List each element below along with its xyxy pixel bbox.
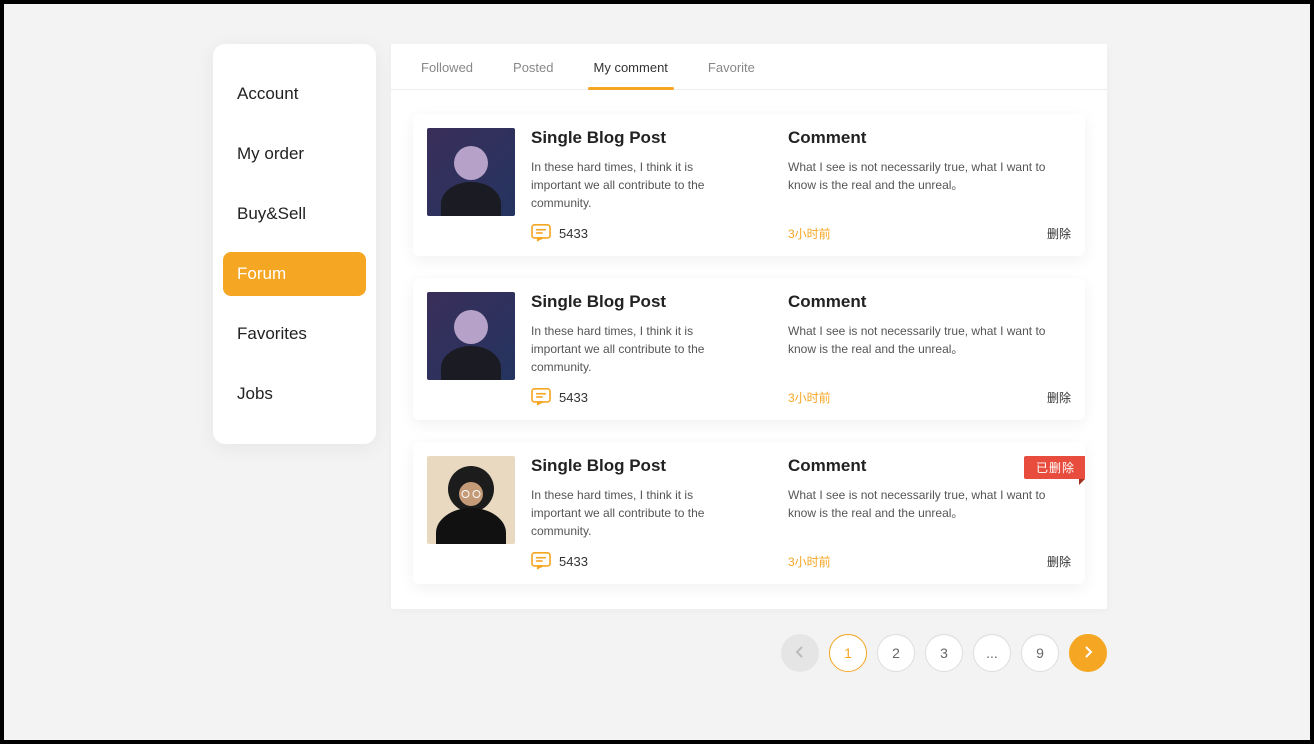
delete-button[interactable]: 删除 — [1047, 389, 1071, 406]
comment-count: 5433 — [559, 390, 588, 405]
time-ago: 3小时前 — [788, 389, 831, 406]
comment-body: What I see is not necessarily true, what… — [788, 486, 1071, 522]
chevron-left-icon — [795, 645, 805, 661]
comment-body: What I see is not necessarily true, what… — [788, 158, 1071, 194]
page-number-button[interactable]: 9 — [1021, 634, 1059, 672]
comment-heading: Comment — [788, 128, 1071, 148]
main-panel: Followed Posted My comment Favorite Sing… — [391, 44, 1107, 609]
comment-heading: Comment — [788, 292, 1071, 312]
sidebar: Account My order Buy&Sell Forum Favorite… — [213, 44, 376, 444]
comment-icon — [531, 224, 551, 242]
post-title: Single Blog Post — [531, 292, 737, 312]
post-excerpt: In these hard times, I think it is impor… — [531, 322, 737, 376]
sidebar-item-forum[interactable]: Forum — [223, 252, 366, 296]
post-title: Single Blog Post — [531, 456, 737, 476]
page-number-button[interactable]: 1 — [829, 634, 867, 672]
comment-footer: 3小时前 删除 — [788, 225, 1071, 242]
post-column: Single Blog Post In these hard times, I … — [531, 128, 737, 242]
chevron-right-icon — [1083, 645, 1093, 661]
sidebar-item-jobs[interactable]: Jobs — [223, 372, 366, 416]
post-excerpt: In these hard times, I think it is impor… — [531, 158, 737, 212]
avatar — [427, 128, 515, 216]
tab-favorite[interactable]: Favorite — [708, 44, 755, 89]
comment-icon — [531, 552, 551, 570]
comment-column: Comment What I see is not necessarily tr… — [770, 128, 1071, 242]
delete-button[interactable]: 删除 — [1047, 225, 1071, 242]
comment-count: 5433 — [559, 226, 588, 241]
tab-my-comment[interactable]: My comment — [594, 44, 668, 89]
comment-count-row: 5433 — [531, 552, 737, 570]
sidebar-item-favorites[interactable]: Favorites — [223, 312, 366, 356]
page-ellipsis: ... — [973, 634, 1011, 672]
sidebar-item-account[interactable]: Account — [223, 72, 366, 116]
time-ago: 3小时前 — [788, 225, 831, 242]
time-ago: 3小时前 — [788, 553, 831, 570]
card-list: Single Blog Post In these hard times, I … — [391, 90, 1107, 608]
comment-card: Single Blog Post In these hard times, I … — [413, 114, 1085, 256]
post-title: Single Blog Post — [531, 128, 737, 148]
deleted-badge: 已删除 — [1024, 456, 1085, 479]
post-column: Single Blog Post In these hard times, I … — [531, 292, 737, 406]
delete-button[interactable]: 删除 — [1047, 553, 1071, 570]
tab-followed[interactable]: Followed — [421, 44, 473, 89]
page-prev-button — [781, 634, 819, 672]
avatar — [427, 292, 515, 380]
pagination: 1 2 3 ... 9 — [391, 624, 1107, 682]
comment-footer: 3小时前 删除 — [788, 553, 1071, 570]
comment-card: Single Blog Post In these hard times, I … — [413, 442, 1085, 584]
sidebar-item-my-order[interactable]: My order — [223, 132, 366, 176]
comment-footer: 3小时前 删除 — [788, 389, 1071, 406]
post-excerpt: In these hard times, I think it is impor… — [531, 486, 737, 540]
comment-count: 5433 — [559, 554, 588, 569]
post-column: Single Blog Post In these hard times, I … — [531, 456, 737, 570]
tab-posted[interactable]: Posted — [513, 44, 553, 89]
page-number-button[interactable]: 3 — [925, 634, 963, 672]
sidebar-item-buy-sell[interactable]: Buy&Sell — [223, 192, 366, 236]
comment-card: Single Blog Post In these hard times, I … — [413, 278, 1085, 420]
comment-icon — [531, 388, 551, 406]
avatar — [427, 456, 515, 544]
comment-body: What I see is not necessarily true, what… — [788, 322, 1071, 358]
comment-count-row: 5433 — [531, 388, 737, 406]
page-number-button[interactable]: 2 — [877, 634, 915, 672]
tabs: Followed Posted My comment Favorite — [391, 44, 1107, 90]
comment-count-row: 5433 — [531, 224, 737, 242]
comment-column: Comment What I see is not necessarily tr… — [770, 292, 1071, 406]
page-next-button[interactable] — [1069, 634, 1107, 672]
